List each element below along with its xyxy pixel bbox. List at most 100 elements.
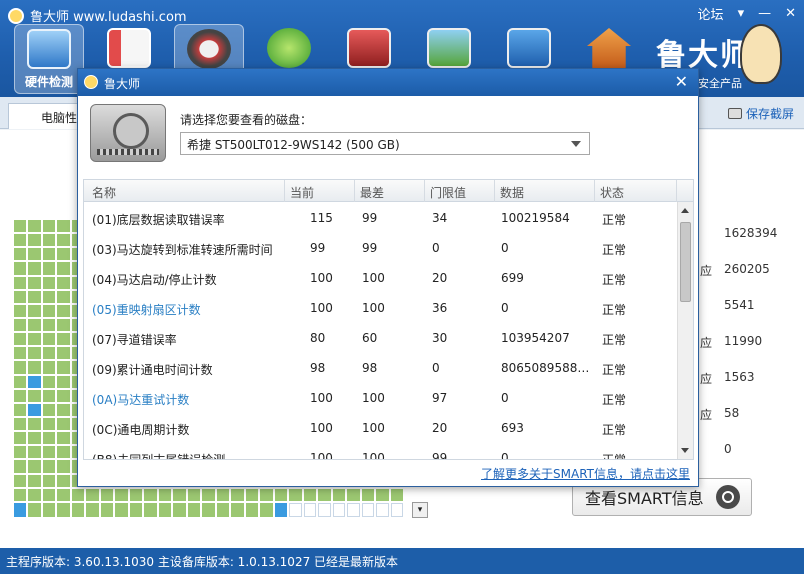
close-button[interactable]: ✕: [785, 6, 796, 21]
disk-sector-cell: [14, 488, 27, 501]
nav-label: 硬件检测: [24, 75, 73, 89]
table-body: (01)底层数据读取错误率 115 99 34 100219584 正常 (03)马达旋转…: [84, 202, 678, 459]
table-scrollbar[interactable]: [677, 202, 693, 459]
disk-sector-cell: [42, 318, 56, 332]
disk-sector-cell: [303, 488, 317, 501]
disk-sector-cell: [71, 488, 85, 501]
save-screenshot-button[interactable]: 保存截屏: [727, 105, 794, 122]
col-header-status[interactable]: 状态: [600, 184, 624, 201]
disk-sector-cell: [14, 262, 27, 275]
table-row[interactable]: (04)马达启动/停止计数 100 100 20 699 正常: [84, 262, 678, 292]
disk-sector-cell: [28, 432, 41, 445]
disk-sector-cell: [57, 290, 70, 303]
disk-sector-cell: [14, 290, 27, 303]
disk-sector-cell: [42, 290, 56, 303]
disk-sector-cell: [14, 220, 27, 233]
disk-sector-cell: [376, 502, 389, 517]
disk-sector-cell: [231, 502, 244, 517]
menu-dropdown-icon[interactable]: ▾: [738, 6, 745, 21]
search-icon: [715, 485, 740, 509]
disk-sector-cell: [274, 488, 288, 501]
forum-link[interactable]: 论坛: [698, 4, 724, 23]
table-row[interactable]: (07)寻道错误率 80 60 30 103954207 正常: [84, 322, 678, 352]
disk-sector-cell: [274, 502, 288, 517]
col-header-threshold[interactable]: 门限值: [430, 184, 466, 201]
disk-sector-cell: [42, 220, 56, 233]
disk-sector-cell: [86, 488, 99, 501]
disk-sector-cell: [42, 333, 56, 346]
smart-info-link[interactable]: 了解更多关于SMART信息，请点击这里: [481, 465, 690, 482]
disk-sector-cell: [14, 446, 27, 459]
speedometer-icon: [187, 29, 231, 69]
scroll-down-icon[interactable]: [681, 448, 689, 453]
disk-sector-cell: [332, 502, 346, 517]
disk-sector-cell: [42, 403, 56, 416]
col-header-name[interactable]: 名称: [92, 184, 116, 201]
disk-sector-cell: [28, 347, 41, 360]
disk-sector-cell: [57, 432, 70, 445]
disk-sector-cell: [14, 403, 27, 416]
table-row[interactable]: (B8)未同列末尾错误检测100100990正常: [84, 442, 678, 459]
disk-sector-cell: [289, 502, 302, 517]
disk-sector-cell: [42, 375, 56, 388]
col-header-current[interactable]: 当前: [290, 184, 314, 201]
disk-sector-cell: [173, 488, 186, 501]
disk-sector-cell: [57, 502, 70, 517]
nav-hardware-detect[interactable]: 硬件检测: [14, 24, 84, 94]
disk-sector-cell: [14, 347, 27, 360]
smart-dialog: 鲁大师 ✕ 请选择您要查看的磁盘： 希捷 ST500LT012-9WS142 (…: [77, 68, 699, 487]
disk-sector-cell: [57, 304, 70, 317]
table-row[interactable]: (0A)马达重试计数 100 100 97 0 正常: [84, 382, 678, 412]
disk-sector-cell: [28, 248, 41, 261]
disk-sector-cell: [347, 502, 360, 517]
disk-sector-cell: [28, 234, 41, 247]
table-header: 名称 当前 最差 门限值 数据 状态: [84, 180, 693, 202]
disk-sector-cell: [14, 432, 27, 445]
scroll-thumb[interactable]: [680, 222, 691, 302]
disk-sector-cell: [57, 460, 70, 473]
disk-sector-cell: [42, 361, 56, 374]
disk-sector-cell: [14, 276, 27, 289]
disk-sector-cell: [100, 488, 114, 501]
table-row[interactable]: (05)重映射扇区计数 100 100 36 0 正常: [84, 292, 678, 322]
disk-sector-cell: [318, 502, 331, 517]
disk-sector-cell: [14, 248, 27, 261]
disk-sector-cell: [42, 347, 56, 360]
disk-select-value: 希捷 ST500LT012-9WS142 (500 GB): [187, 138, 400, 152]
table-row[interactable]: (0C)通电周期计数 100 100 20 693 正常: [84, 412, 678, 442]
info-value: 1628394: [724, 226, 778, 240]
disk-sector-cell: [347, 488, 360, 501]
table-row[interactable]: (01)底层数据读取错误率 115 99 34 100219584 正常: [84, 202, 678, 232]
info-value: 应 58: [700, 406, 740, 422]
disk-sector-cell: [57, 220, 70, 233]
table-row[interactable]: (09)累计通电时间计数 98 98 0 80650895886... 正常: [84, 352, 678, 382]
disk-sector-cell: [42, 460, 56, 473]
disk-prompt-label: 请选择您要查看的磁盘：: [180, 113, 313, 127]
disk-sector-cell: [14, 474, 27, 487]
disk-sector-cell: [42, 432, 56, 445]
disk-sector-cell: [303, 502, 317, 517]
tab-pc-overview[interactable]: 电脑性: [8, 103, 80, 129]
disk-sector-cell: [115, 488, 128, 501]
disk-sector-cell: [57, 276, 70, 289]
disk-sector-cell: [129, 502, 143, 517]
info-value: 5541: [724, 298, 755, 312]
col-header-data[interactable]: 数据: [500, 184, 524, 201]
grid-scroll-down-icon[interactable]: ▾: [412, 502, 428, 518]
info-value: 应 1563: [700, 370, 755, 386]
disk-sector-cell: [57, 347, 70, 360]
scroll-up-icon[interactable]: [681, 208, 689, 213]
disk-selector-area: 请选择您要查看的磁盘： 希捷 ST500LT012-9WS142 (500 GB…: [78, 96, 698, 176]
disk-sector-cell: [57, 318, 70, 332]
disk-sector-cell: [361, 488, 375, 501]
disk-sector-cell: [14, 318, 27, 332]
minimize-button[interactable]: —: [758, 6, 771, 21]
disk-select[interactable]: 希捷 ST500LT012-9WS142 (500 GB): [180, 132, 590, 155]
disk-sector-cell: [14, 375, 27, 388]
table-row[interactable]: (03)马达旋转到标准转速所需时间 99 99 0 0 正常: [84, 232, 678, 262]
dialog-close-button[interactable]: ✕: [675, 72, 688, 91]
disk-sector-cell: [28, 474, 41, 487]
disk-sector-cell: [14, 502, 27, 517]
dialog-titlebar: 鲁大师 ✕: [78, 69, 698, 96]
col-header-worst[interactable]: 最差: [360, 184, 384, 201]
